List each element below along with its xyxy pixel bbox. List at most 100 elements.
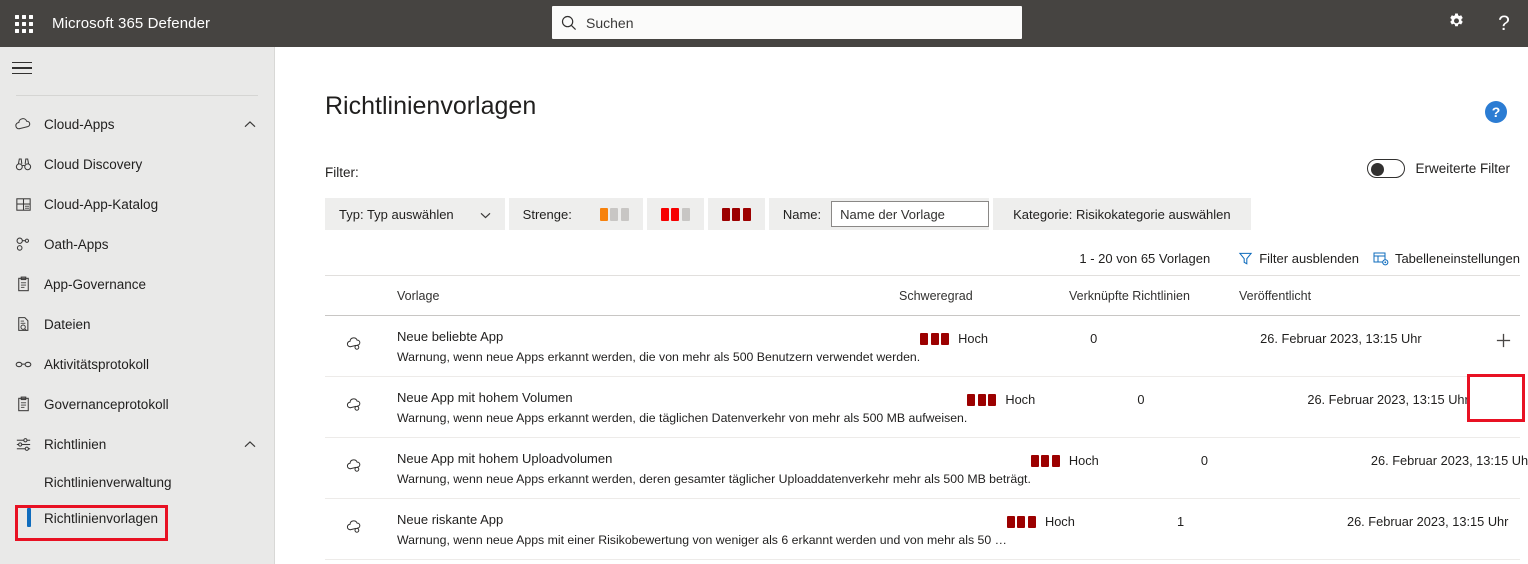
add-template-button[interactable]	[1490, 327, 1516, 353]
filter-section-label: Filter:	[325, 165, 359, 180]
published-date: 26. Februar 2023, 13:15 Uhr	[1260, 331, 1422, 346]
severity-text: Hoch	[1044, 514, 1075, 529]
sidebar-item-richtlinienvorlagen[interactable]: Richtlinienvorlagen	[0, 500, 274, 536]
help-button[interactable]: ?	[1480, 0, 1528, 47]
app-launcher-button[interactable]	[0, 0, 48, 47]
hide-filters-button[interactable]: Filter ausblenden	[1238, 251, 1359, 266]
linked-policies-count: 1	[1176, 514, 1185, 529]
clipboard-icon	[14, 275, 44, 294]
advanced-filters-label: Erweiterte Filter	[1415, 161, 1510, 176]
sidebar-item-app-governance[interactable]: App-Governance	[0, 264, 274, 304]
table-row[interactable]: Neue riskante App Warnung, wenn neue Apps…	[325, 499, 1520, 560]
binoculars-icon	[14, 155, 44, 174]
topbar-actions: ?	[1432, 0, 1528, 47]
published-date: 26. Februar 2023, 13:15 Uhr	[1307, 392, 1469, 407]
severity-filter-medium[interactable]	[646, 198, 704, 230]
main-content: Richtlinienvorlagen ? Filter: Erweiterte…	[275, 47, 1528, 564]
top-navigation-bar: Microsoft 365 Defender ?	[0, 0, 1528, 47]
file-search-icon	[14, 315, 44, 334]
funnel-icon	[1238, 251, 1253, 266]
global-search[interactable]	[552, 6, 1022, 39]
template-description: Warnung, wenn neue Apps erkannt werden, …	[397, 350, 921, 364]
severity-bars-icon	[1006, 515, 1036, 528]
type-filter-label: Typ: Typ auswählen	[339, 206, 454, 222]
oauth-apps-icon	[14, 235, 44, 254]
sidebar-toggle-button[interactable]	[0, 47, 275, 89]
sidebar-item-richtlinienverwaltung[interactable]: Richtlinienverwaltung	[0, 464, 274, 500]
search-icon	[552, 15, 586, 31]
table-toolbar: 1 - 20 von 65 Vorlagen Filter ausblenden…	[1079, 251, 1520, 266]
severity-text: Hoch	[1005, 392, 1036, 407]
column-header-verknuepfte-richtlinien: Verknüpfte Richtlinien	[1069, 288, 1190, 303]
sidebar-item-aktivitaetsprotokoll[interactable]: Aktivitätsprotokoll	[0, 344, 274, 384]
sidebar-item-dateien[interactable]: Dateien	[0, 304, 274, 344]
severity-text: Hoch	[958, 331, 989, 346]
template-title: Neue beliebte App	[397, 329, 504, 344]
help-circle-icon[interactable]: ?	[1485, 101, 1507, 123]
severity-bars-high-icon	[721, 207, 751, 221]
chevron-up-icon	[244, 437, 256, 452]
search-input[interactable]	[586, 14, 996, 31]
sidebar-item-governanceprotokoll[interactable]: Governanceprotokoll	[0, 384, 274, 424]
sidebar-item-cloud-discovery[interactable]: Cloud Discovery	[0, 144, 274, 184]
hide-filters-label: Filter ausblenden	[1259, 251, 1359, 266]
sidebar-group-richtlinien[interactable]: Richtlinien	[0, 424, 274, 464]
table-row[interactable]: Neue App mit hohem Uploadvolumen Warnung,…	[325, 438, 1528, 499]
type-filter-dropdown[interactable]: Typ: Typ auswählen	[325, 198, 505, 230]
severity-bars-icon	[1030, 454, 1060, 467]
toggle-switch[interactable]	[1367, 159, 1406, 178]
sidebar-item-oath-apps[interactable]: Oath-Apps	[0, 224, 274, 264]
severity-badge: Hoch	[967, 390, 1137, 407]
results-count: 1 - 20 von 65 Vorlagen	[1079, 251, 1211, 266]
severity-badge: Hoch	[1006, 512, 1177, 529]
table-settings-icon	[1373, 251, 1389, 266]
published-date: 26. Februar 2023, 13:15 Uhr	[1346, 514, 1509, 529]
sidebar-item-label: Oath-Apps	[44, 236, 109, 252]
table-row[interactable]: Neue beliebte App Warnung, wenn neue Apps…	[325, 316, 1520, 377]
hamburger-icon	[12, 58, 32, 79]
sidebar-item-label: Cloud-App-Katalog	[44, 196, 159, 212]
severity-text: Hoch	[1068, 453, 1099, 468]
severity-filter-high[interactable]	[707, 198, 765, 230]
toggle-knob	[1371, 163, 1385, 176]
sidebar-item-cloud-app-catalog[interactable]: Cloud-App-Katalog	[0, 184, 274, 224]
template-description: Warnung, wenn neue Apps mit einer Risiko…	[397, 533, 1007, 547]
name-filter: Name:	[768, 198, 990, 230]
column-header-schweregrad: Schweregrad	[899, 288, 973, 303]
sidebar-item-label: Dateien	[44, 316, 91, 332]
linked-policies-count: 0	[1137, 392, 1145, 407]
severity-filter-label: Strenge:	[508, 198, 586, 230]
sidebar-group-label: Cloud-Apps	[44, 116, 115, 132]
cloud-discovery-icon	[325, 390, 397, 414]
sidebar-group-cloud-apps[interactable]: Cloud-Apps	[0, 104, 274, 144]
category-filter-dropdown[interactable]: Kategorie: Risikokategorie auswählen	[993, 198, 1251, 230]
template-description: Warnung, wenn neue Apps erkannt werden, …	[397, 472, 1031, 486]
advanced-filters-toggle[interactable]: Erweiterte Filter	[1367, 159, 1510, 178]
sidebar-item-label: Richtlinienvorlagen	[44, 510, 159, 526]
template-name-input[interactable]	[831, 201, 990, 227]
table-row[interactable]: Neue App mit hohem Volumen Warnung, wenn …	[325, 377, 1520, 438]
question-mark-icon: ?	[1498, 12, 1510, 35]
severity-label-text: Strenge:	[522, 206, 572, 222]
chevron-up-icon	[244, 117, 256, 132]
template-title: Neue riskante App	[397, 512, 504, 527]
sliders-icon	[14, 435, 44, 454]
linked-policies-count: 0	[1090, 331, 1098, 346]
linked-policies-count: 0	[1200, 453, 1209, 468]
severity-bars-icon	[967, 393, 997, 406]
sidebar-item-label: Governanceprotokoll	[44, 396, 169, 412]
sidebar-item-label: Cloud Discovery	[44, 156, 143, 172]
sidebar-item-label: App-Governance	[44, 276, 147, 292]
severity-bars-low-icon	[599, 207, 629, 221]
settings-button[interactable]	[1432, 0, 1480, 47]
sidebar-item-label: Richtlinienverwaltung	[44, 474, 172, 490]
cloud-discovery-icon	[325, 451, 397, 475]
severity-bars-icon	[920, 332, 950, 345]
table-settings-label: Tabelleneinstellungen	[1394, 251, 1520, 266]
severity-filter-low[interactable]	[585, 198, 643, 230]
table-settings-button[interactable]: Tabelleneinstellungen	[1373, 251, 1520, 266]
severity-bars-medium-icon	[660, 207, 690, 221]
template-title: Neue App mit hohem Volumen	[397, 390, 573, 405]
sidebar-group-label: Richtlinien	[44, 436, 107, 452]
sidebar-item-label: Aktivitätsprotokoll	[44, 356, 150, 372]
